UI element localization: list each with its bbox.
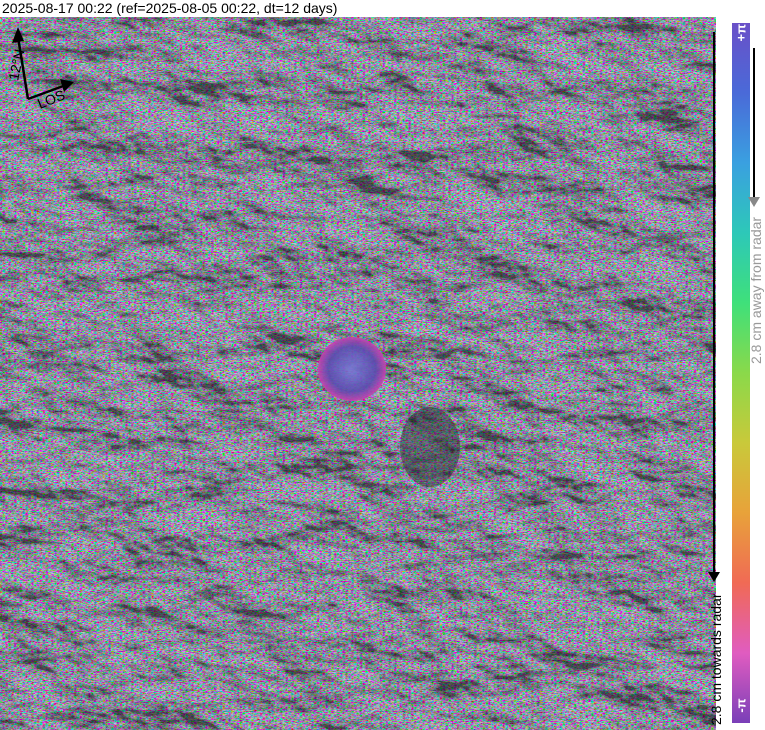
colorbar-min-label: -π bbox=[733, 698, 749, 713]
interferogram-image bbox=[0, 17, 716, 730]
interferogram-map: 12°N LOS bbox=[0, 17, 716, 730]
crater bbox=[318, 337, 386, 401]
towards-arrow-line bbox=[713, 32, 715, 577]
image-title: 2025-08-17 00:22 (ref=2025-08-05 00:22, … bbox=[2, 0, 338, 16]
colorbar-max-label: +π bbox=[733, 23, 749, 42]
colorbar-panel: +π -π 2.8 cm away from radar 2.8 cm towa… bbox=[708, 17, 765, 730]
away-arrow-line bbox=[753, 48, 755, 203]
towards-arrow-head-icon bbox=[708, 572, 720, 582]
away-arrow-head-icon bbox=[748, 197, 760, 207]
phase-colorbar bbox=[732, 23, 750, 723]
north-arrow-icon: 12°N LOS bbox=[5, 27, 74, 112]
shadow-area bbox=[400, 407, 460, 487]
los-label: LOS bbox=[35, 86, 67, 111]
towards-radar-label: 2.8 cm towards radar bbox=[708, 593, 724, 726]
away-from-radar-label: 2.8 cm away from radar bbox=[748, 216, 764, 364]
